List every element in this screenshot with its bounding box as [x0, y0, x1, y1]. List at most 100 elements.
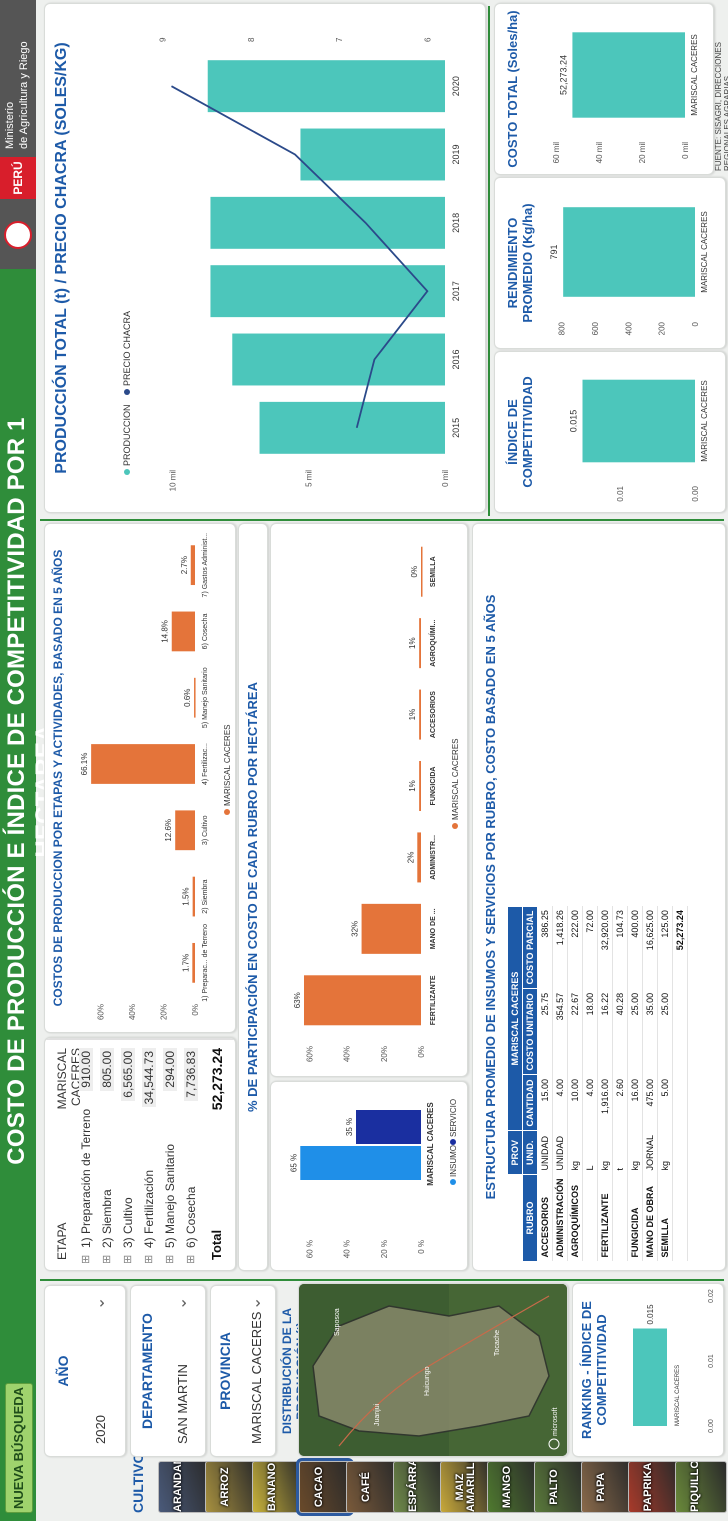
etapa-value: 805.00 — [100, 1048, 114, 1091]
crop-tile[interactable]: ARANDANO — [158, 1461, 210, 1513]
data-label: 65 % — [289, 1154, 298, 1172]
data-label: 2% — [406, 852, 415, 864]
bar — [192, 876, 195, 917]
category-label: FERTILIZANTE — [430, 975, 437, 1025]
etapa-row[interactable]: ⊞ 6) Cosecha 7,736.83 — [182, 1044, 202, 1264]
blank-cell — [507, 1174, 523, 1262]
table-cell: 25.75 — [537, 988, 553, 1075]
ministry-line1: Ministerio — [4, 101, 16, 149]
etapa-row[interactable]: ⊞ 2) Siembra 805.00 — [98, 1044, 118, 1264]
table-cell: 222.00 — [567, 906, 583, 989]
crop-tile[interactable]: BANANO — [252, 1461, 304, 1513]
crop-tile[interactable]: PAPRIKA — [628, 1461, 680, 1513]
crop-tile[interactable]: CAFÉ — [346, 1461, 398, 1513]
column-header[interactable]: CANTIDAD — [522, 1074, 538, 1131]
table-cell — [612, 1174, 628, 1262]
crop-tile[interactable]: PAPA — [581, 1461, 633, 1513]
scrollbar[interactable] — [473, 528, 725, 540]
expand-icon[interactable]: ⊞ — [184, 1255, 197, 1264]
table-cell: 4.00 — [582, 1074, 598, 1131]
etapa-row[interactable]: ⊞ 3) Cultivo 6,565.00 — [119, 1044, 139, 1264]
year-slicer[interactable]: AÑO 2020 ⌄ — [44, 1285, 126, 1457]
category-label: MARISCAL CACERES — [426, 1102, 435, 1186]
participacion-card: 0% 20% 40% 60% 63% FERTILIZANTE 32% MANO DE ...… — [270, 523, 468, 1077]
chevron-down-icon[interactable]: ⌄ — [89, 1297, 109, 1310]
new-search-button[interactable]: NUEVA BÚSQUEDA — [5, 1383, 33, 1513]
table-cell: AGROQUÍMICOS — [567, 1174, 583, 1262]
bar — [232, 333, 445, 386]
ministry-name: Ministerio de Agricultura y Riego — [3, 41, 31, 149]
tick-label: 0% — [417, 1046, 426, 1058]
tick-label: 8 — [247, 37, 256, 42]
province-slicer[interactable]: PROVINCIA MARISCAL CACERES ⌄ — [210, 1285, 276, 1457]
crop-label: PAPRIKA — [642, 1462, 654, 1512]
bar — [572, 32, 685, 118]
crop-tile[interactable]: PIQUILLO — [675, 1461, 727, 1513]
etapa-total-value: 52,273.24 — [209, 1048, 225, 1111]
bar — [582, 379, 695, 463]
department-slicer[interactable]: DEPARTAMENTO SAN MARTIN ⌄ — [130, 1285, 206, 1457]
tick-label: 0 mil — [441, 470, 450, 487]
cultivo-label: CULTIVO — [130, 1452, 146, 1513]
column-header[interactable]: COSTO PARCIAL — [522, 906, 538, 989]
crop-tile[interactable]: ARROZ — [205, 1461, 257, 1513]
etapa-row[interactable]: ⊞ 5) Manejo Sanitario 294.00 — [161, 1044, 181, 1264]
category-label: 1) Preparac... de Terreno — [202, 924, 209, 1002]
costos-etapas-chart: 0% 20% 40% 60% 1.7% 1) Preparac... de Terreno… — [80, 533, 232, 1020]
table-row: L 4.00 18.00 72.00 — [582, 906, 598, 1262]
category-label: 2019 — [451, 144, 461, 164]
crop-tile[interactable]: PALTO — [534, 1461, 586, 1513]
category-label: 3) Cultivo — [202, 815, 209, 845]
data-label: 0% — [410, 566, 419, 578]
column-header[interactable]: COSTO UNITARIO — [522, 988, 538, 1075]
expand-icon[interactable]: ⊞ — [142, 1255, 155, 1264]
legend-dot — [452, 823, 458, 829]
tick-label: 9 — [159, 37, 168, 42]
data-label: 14.8% — [161, 620, 170, 643]
tick-label: 60 % — [306, 1240, 315, 1258]
map[interactable]: microsoft Juanjui Tocache Huicungo Sapos… — [298, 1283, 568, 1457]
tick-label: 0% — [191, 1004, 200, 1016]
table-cell: UNIDAD — [537, 1130, 553, 1175]
expand-icon[interactable]: ⊞ — [100, 1255, 113, 1264]
data-label: 791 — [549, 244, 559, 259]
chevron-down-icon[interactable]: ⌄ — [245, 1297, 265, 1310]
estructura-group-row: PROV MARISCAL CACERES — [507, 906, 523, 1262]
expand-icon[interactable]: ⊞ — [163, 1255, 176, 1264]
crop-tile[interactable]: CACAO — [296, 1458, 354, 1516]
tick-label: 0 — [691, 321, 700, 326]
crop-tile[interactable]: MANGO — [487, 1461, 539, 1513]
produccion-card: PRODUCCIÓN TOTAL (t) / PRECIO CHACRA (SO… — [44, 3, 486, 513]
crop-tile[interactable]: MAIZ AMARILLO... — [440, 1461, 492, 1513]
table-cell: 16.00 — [627, 1074, 643, 1131]
tick-label: 0.01 — [616, 485, 625, 501]
province-shape[interactable] — [312, 1305, 550, 1437]
rendimiento-card: RENDIMIENTO PROMEDIO (Kg/ha) 0 200 400 600 8… — [494, 177, 726, 349]
tick-label: 0 % — [417, 1240, 426, 1254]
table-row: t 2.60 40.28 104.73 — [612, 906, 628, 1262]
crop-tile[interactable]: ESPÁRRAGO — [393, 1461, 445, 1513]
etapa-row[interactable]: ⊞ 1) Preparación de Terreno 910.00 — [77, 1044, 97, 1264]
category-label: FUNGICIDA — [430, 767, 437, 806]
category-label: MARISCAL CACERES — [700, 211, 709, 293]
crop-label: MAIZ AMARILLO... — [454, 1461, 477, 1512]
column-header[interactable]: UNID. — [522, 1130, 538, 1175]
crop-label: MANGO — [501, 1465, 513, 1509]
group-mc: MARISCAL CACERES — [507, 906, 523, 1131]
bar — [300, 128, 445, 181]
tick-label: 7 — [335, 37, 344, 42]
category-label: 6) Cosecha — [202, 613, 209, 649]
header-bar: NUEVA BÚSQUEDA COSTO DE PRODUCCIÓN E ÍND… — [0, 0, 58, 1521]
crop-label: PALTO — [548, 1469, 560, 1505]
chevron-down-icon[interactable]: ⌄ — [171, 1297, 191, 1310]
table-cell: kg — [627, 1130, 643, 1175]
column-header[interactable]: RUBRO — [522, 1174, 538, 1262]
tick-label: 60% — [306, 1046, 315, 1062]
etapa-row[interactable]: ⊞ 4) Fertilización 34,544.73 — [140, 1044, 160, 1264]
expand-icon[interactable]: ⊞ — [121, 1255, 134, 1264]
expand-icon[interactable]: ⊞ — [79, 1255, 92, 1264]
scrollbar[interactable] — [45, 1038, 235, 1040]
rendimiento-chart: 0 200 400 600 800 791 MARISCAL CACERES — [549, 207, 709, 335]
legend-label: INSUMO — [449, 1145, 458, 1177]
crop-label: ARANDANO — [172, 1461, 184, 1512]
